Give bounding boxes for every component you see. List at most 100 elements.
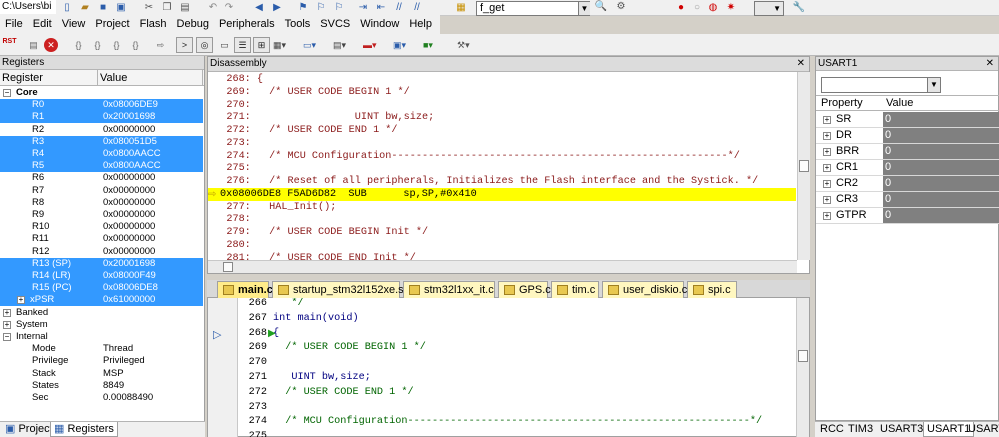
save-all-icon[interactable]: ▣ bbox=[114, 2, 128, 14]
menu-window[interactable]: Window bbox=[355, 18, 404, 30]
register-value[interactable]: 0x08006DE9 bbox=[103, 99, 158, 111]
bookmark-icon[interactable]: ⚑ bbox=[296, 2, 310, 14]
enable-breakpoint-icon[interactable]: ○ bbox=[690, 2, 704, 14]
menu-debug[interactable]: Debug bbox=[172, 18, 214, 30]
bookmark-prev-icon[interactable]: ⚐ bbox=[314, 2, 328, 14]
register-row[interactable]: R5 0x0800AACC bbox=[0, 160, 203, 173]
nav-forward-icon[interactable]: ▶ bbox=[270, 2, 284, 14]
register-row[interactable]: R1 0x20001698 bbox=[0, 111, 203, 124]
expand-icon[interactable]: + bbox=[3, 308, 11, 317]
register-row[interactable]: R7 0x00000000 bbox=[0, 185, 203, 197]
register-value[interactable]: 0x08006DE8 bbox=[103, 282, 158, 294]
expand-icon[interactable]: + bbox=[823, 148, 831, 156]
register-value[interactable]: 0x00000000 bbox=[103, 124, 155, 136]
scroll-thumb[interactable] bbox=[798, 350, 808, 362]
value-column-header[interactable]: Value bbox=[886, 96, 913, 111]
register-value[interactable]: 0x0800AACC bbox=[103, 148, 161, 160]
close-icon[interactable]: ✕ bbox=[986, 57, 994, 70]
tab-project[interactable]: ▣ Project bbox=[2, 422, 56, 437]
search-input[interactable]: f_get bbox=[476, 1, 590, 16]
menu-flash[interactable]: Flash bbox=[135, 18, 172, 30]
internal-row[interactable]: Stack MSP bbox=[0, 368, 203, 380]
source-editor[interactable]: 266 */267 int main(void) 268{269 /* USER C… bbox=[207, 298, 810, 437]
peripheral-tab[interactable]: TIM3 bbox=[845, 422, 876, 437]
system-viewer-icon[interactable]: ■▾ bbox=[422, 37, 448, 53]
register-value[interactable]: 0x00000000 bbox=[103, 209, 155, 221]
disassembly-vscrollbar[interactable] bbox=[797, 72, 810, 260]
undo-icon[interactable]: ↶ bbox=[206, 2, 220, 14]
serial-window-icon[interactable]: ▤▾ bbox=[332, 37, 358, 53]
register-group-banked[interactable]: + Banked bbox=[0, 307, 203, 319]
usart-register-value[interactable]: 0 bbox=[883, 144, 999, 159]
outdent-icon[interactable]: ⇤ bbox=[374, 2, 388, 14]
disassembly-window-icon[interactable]: ◎ bbox=[196, 37, 213, 53]
usart-register-row[interactable]: + BRR 0 bbox=[816, 144, 999, 160]
find-icon[interactable]: 🔍 bbox=[594, 1, 608, 13]
run-to-cursor-icon[interactable]: {} bbox=[127, 37, 144, 53]
analysis-window-icon[interactable]: ▬▾ bbox=[362, 37, 388, 53]
register-value[interactable]: 0x00000000 bbox=[103, 246, 155, 258]
register-value[interactable]: 0x0800AACC bbox=[103, 160, 161, 172]
open-folder-icon[interactable]: ▰ bbox=[78, 2, 92, 14]
code-line[interactable]: */ bbox=[273, 298, 303, 311]
tab-registers[interactable]: ▦ Registers bbox=[50, 422, 118, 437]
new-file-icon[interactable]: ▯ bbox=[60, 2, 74, 14]
usart-register-row[interactable]: + DR 0 bbox=[816, 128, 999, 144]
nav-back-icon[interactable]: ◀ bbox=[252, 2, 266, 14]
register-row[interactable]: R3 0x080051D5 bbox=[0, 135, 203, 148]
usart-register-row[interactable]: + GTPR 0 bbox=[816, 208, 999, 224]
uncomment-icon[interactable]: // bbox=[410, 2, 424, 14]
internal-row[interactable]: Sec 0.00088490 bbox=[0, 392, 203, 404]
peripheral-tab[interactable]: RCC bbox=[817, 422, 847, 437]
register-row[interactable]: R13 (SP) 0x20001698 bbox=[0, 257, 203, 270]
register-value[interactable]: 0x00000000 bbox=[103, 221, 155, 233]
register-row[interactable]: R0 0x08006DE9 bbox=[0, 99, 203, 112]
internal-row[interactable]: Mode Thread bbox=[0, 343, 203, 355]
menu-tools[interactable]: Tools bbox=[280, 18, 316, 30]
file-tab[interactable]: startup_stm32l152xe.s bbox=[272, 281, 404, 298]
copy-icon[interactable]: ❐ bbox=[160, 2, 174, 14]
menu-file[interactable]: File bbox=[0, 18, 28, 30]
register-group-system[interactable]: + System bbox=[0, 319, 203, 331]
register-row[interactable]: R8 0x00000000 bbox=[0, 197, 203, 209]
expand-icon[interactable]: + bbox=[823, 180, 831, 188]
save-icon[interactable]: ■ bbox=[96, 2, 110, 14]
register-row[interactable]: R12 0x00000000 bbox=[0, 246, 203, 258]
file-tab[interactable]: user_diskio.c bbox=[602, 281, 687, 298]
register-group-internal[interactable]: − Internal bbox=[0, 331, 203, 343]
register-value[interactable]: 0x00000000 bbox=[103, 185, 155, 197]
close-icon[interactable]: ✕ bbox=[797, 57, 805, 71]
register-row[interactable]: R6 0x00000000 bbox=[0, 172, 203, 184]
peripheral-tab[interactable]: USART3 bbox=[877, 422, 926, 437]
bookmark-next-icon[interactable]: ⚐ bbox=[332, 2, 346, 14]
expand-icon[interactable]: + bbox=[823, 116, 831, 124]
internal-row[interactable]: Privilege Privileged bbox=[0, 355, 203, 367]
usart-register-value[interactable]: 0 bbox=[883, 112, 999, 127]
menu-help[interactable]: Help bbox=[404, 18, 437, 30]
indent-icon[interactable]: ⇥ bbox=[356, 2, 370, 14]
register-value[interactable]: 0x20001698 bbox=[103, 258, 155, 270]
register-row[interactable]: R11 0x00000000 bbox=[0, 233, 203, 245]
step-icon[interactable]: {} bbox=[70, 37, 87, 53]
editor-vscrollbar[interactable] bbox=[796, 298, 809, 437]
cut-icon[interactable]: ✂ bbox=[142, 2, 156, 14]
show-next-statement-icon[interactable]: ⇨ bbox=[152, 37, 169, 53]
usart-register-value[interactable]: 0 bbox=[883, 192, 999, 207]
file-tab[interactable]: GPS.c bbox=[498, 281, 551, 298]
usart-register-value[interactable]: 0 bbox=[883, 208, 999, 223]
register-value[interactable]: 0x00000000 bbox=[103, 197, 155, 209]
chevron-down-icon[interactable]: ▼ bbox=[927, 78, 940, 92]
search-dropdown-icon[interactable]: ▼ bbox=[578, 2, 590, 15]
property-column-header[interactable]: Property bbox=[821, 96, 863, 111]
menu-svcs[interactable]: SVCS bbox=[315, 18, 355, 30]
register-row[interactable]: + xPSR 0x61000000 bbox=[0, 294, 203, 307]
disassembly-code[interactable]: 268: { 269: /* USER CODE BEGIN 1 */ 270:… bbox=[208, 72, 797, 260]
redo-icon[interactable]: ↷ bbox=[222, 2, 236, 14]
register-row[interactable]: R9 0x00000000 bbox=[0, 209, 203, 221]
code-line[interactable]: /* MCU Configuration--------------------… bbox=[273, 415, 762, 429]
symbols-window-icon[interactable]: ▭ bbox=[216, 37, 233, 53]
file-tab[interactable]: spi.c bbox=[687, 281, 737, 298]
insert-breakpoint-icon[interactable]: ● bbox=[674, 2, 688, 14]
watch-window-icon[interactable]: ▦▾ bbox=[272, 37, 298, 53]
register-row[interactable]: R10 0x00000000 bbox=[0, 221, 203, 233]
